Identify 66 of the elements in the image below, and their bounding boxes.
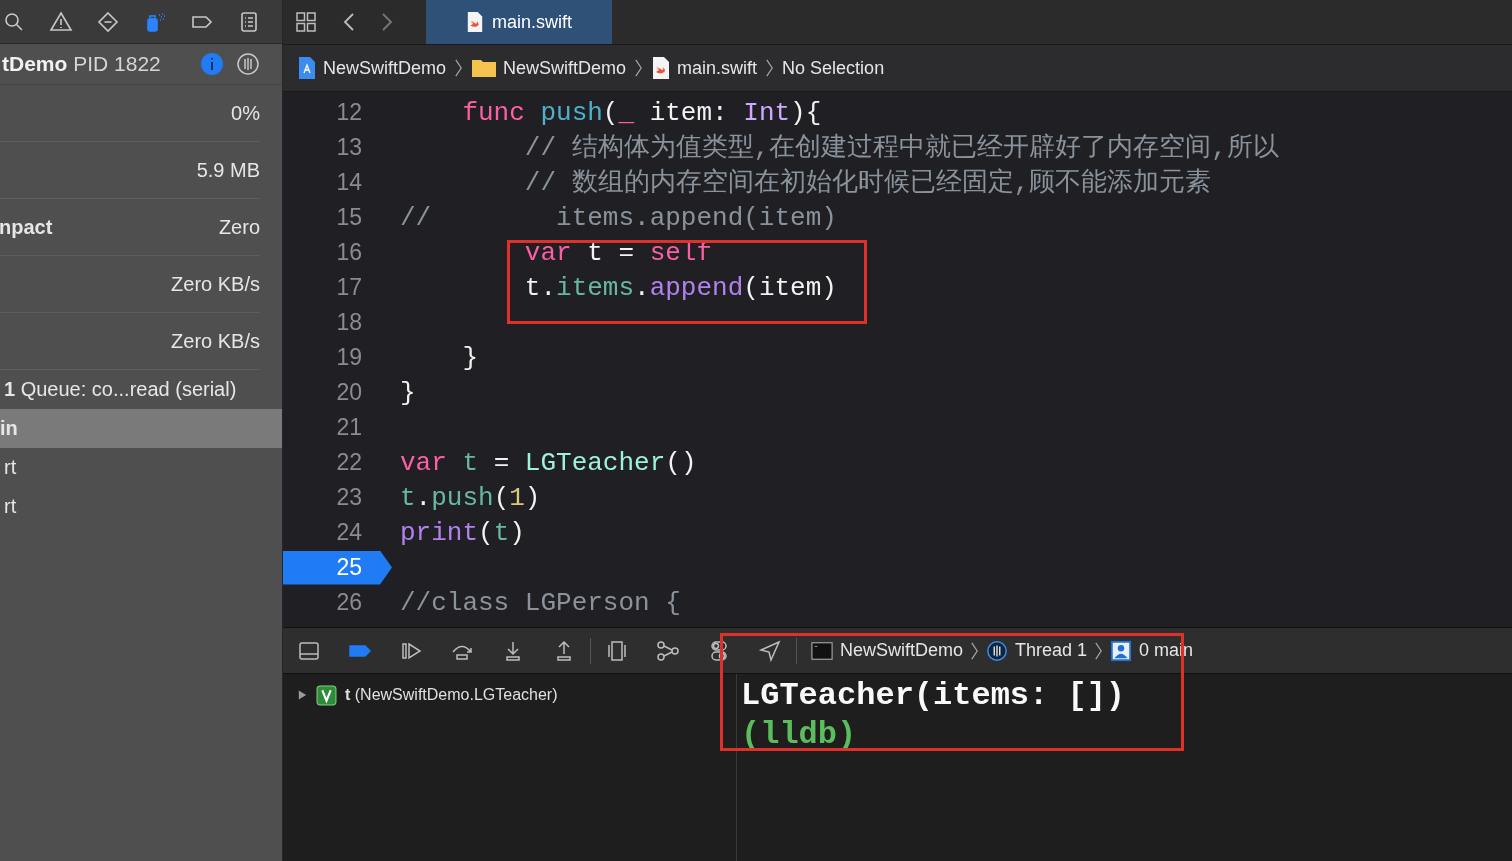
line-number: 17 [335,273,363,302]
code-line: //class LGPerson { [400,586,681,620]
swift-file-icon [651,56,672,80]
console-line: (lldb) [741,715,858,754]
breadcrumb-item[interactable]: NewSwiftDemo [503,57,627,79]
line-number: 22 [335,448,363,477]
code-line: // 结构体为值类型,在创建过程中就已经开辟好了内存空间,所以 [523,131,1279,165]
code-line: } [461,341,478,375]
location-icon[interactable] [758,638,782,663]
debug-path-item[interactable]: Thread 1 [1015,640,1088,661]
process-name: tDemo PID 1822 [2,52,162,76]
console-line: LGTeacher(items: []) [741,676,1127,715]
swift-file-icon [466,11,484,33]
code-line: func push(_ item: Int){ [461,96,822,130]
thread-row[interactable]: rt [0,487,282,526]
line-number: 14 [335,168,363,197]
gauge-value: 5.9 MB [196,158,260,182]
gauge-value: Zero [218,215,260,239]
thread-row[interactable]: rt [0,448,282,487]
code-line: // items.append(item) [400,201,837,235]
terminal-icon [811,639,833,662]
threads-icon [986,639,1009,662]
folder-icon [471,57,498,79]
line-number: 19 [335,343,363,372]
chevron-icon [454,57,464,79]
line-number: 25 [283,550,392,585]
view-hierarchy-icon[interactable] [605,638,629,663]
line-number: 21 [335,413,363,442]
person-icon [1110,639,1133,662]
thread-row[interactable]: 1 Queue: co...read (serial) [0,370,282,409]
code-line: print(t) [400,516,525,550]
line-number: 12 [335,98,363,127]
line-number: 15 [335,203,363,232]
app-file-icon [297,56,317,80]
line-number: 16 [335,238,363,267]
gauge-label: npact [0,215,53,239]
warning-icon[interactable] [49,9,73,34]
code-line: t.items.append(item) [523,271,837,305]
line-number: 20 [335,378,363,407]
gauge-value: 0% [231,101,260,125]
chevron-icon [765,57,775,79]
grid-icon[interactable] [294,10,318,34]
gauge-value: Zero KB/s [171,329,260,353]
editor-tab[interactable]: main.swift [426,0,612,44]
line-number: 24 [335,518,363,547]
line-number: 26 [335,588,363,617]
breadcrumb-item[interactable]: No Selection [782,57,885,79]
graph-icon[interactable] [656,638,680,663]
disclosure-triangle-icon[interactable] [297,689,308,701]
gauge-value: Zero KB/s [171,272,260,296]
chevron-icon [634,57,644,79]
variable-icon [316,684,337,706]
code-line: t.push(1) [400,481,541,515]
threads-icon[interactable] [236,52,260,76]
variable-row[interactable]: t (NewSwiftDemo.LGTeacher) [345,686,558,704]
code-line: // 数组的内存空间在初始化时候已经固定,顾不能添加元素 [523,166,1212,200]
diamond-icon[interactable] [96,9,120,34]
debug-path-item[interactable]: NewSwiftDemo [840,640,964,661]
breadcrumb-item[interactable]: NewSwiftDemo [323,57,447,79]
code-line: var t = LGTeacher() [400,446,697,480]
line-number: 23 [335,483,363,512]
info-icon[interactable] [200,52,224,76]
line-number: 13 [335,133,363,162]
code-line: } [400,376,416,410]
line-number: 18 [335,308,363,337]
breadcrumb-item[interactable]: main.swift [677,57,758,79]
